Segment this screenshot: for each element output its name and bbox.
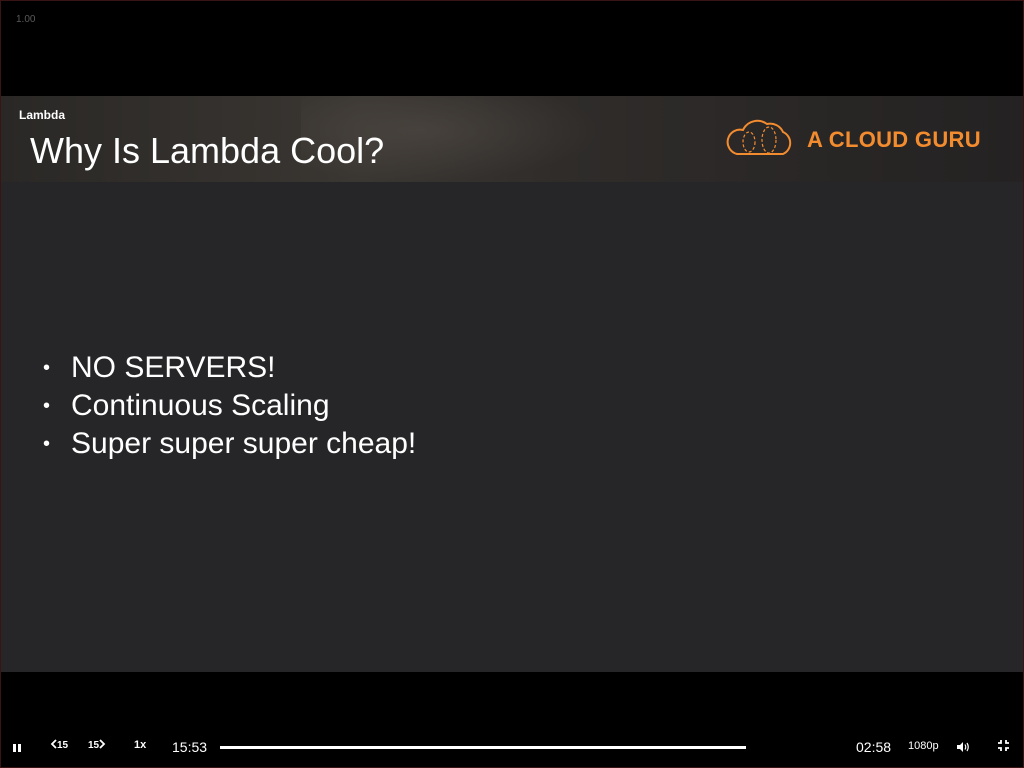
course-label: Lambda xyxy=(19,108,66,122)
chevron-left-icon xyxy=(50,739,57,752)
slide-header: Lambda Why Is Lambda Cool? A CLOUD GURU xyxy=(1,96,1023,182)
playback-speed-button[interactable]: 1x xyxy=(134,739,146,751)
exit-fullscreen-button[interactable] xyxy=(997,739,1010,757)
zoom-level-label: 1.00 xyxy=(16,14,36,25)
cloud-logo-icon xyxy=(723,116,797,165)
player-controls: 15 15 1x 15:53 02:58 1080p xyxy=(0,732,1024,762)
brand-logo: A CLOUD GURU xyxy=(723,118,981,162)
volume-icon xyxy=(956,740,970,758)
rewind-label: 15 xyxy=(57,740,69,751)
progress-bar[interactable] xyxy=(220,746,746,749)
bullet-text: Continuous Scaling xyxy=(71,389,330,422)
brand-name: A CLOUD GURU xyxy=(807,127,981,152)
bullet-dot-icon: • xyxy=(43,433,51,455)
bullet-list: • NO SERVERS! • Continuous Scaling • Super … xyxy=(43,349,416,463)
volume-button[interactable] xyxy=(956,740,970,758)
bullet-text: NO SERVERS! xyxy=(71,351,276,384)
chevron-right-icon xyxy=(99,739,106,752)
progress-fill xyxy=(220,746,746,749)
bullet-text: Super super super cheap! xyxy=(71,427,417,460)
rewind-15-button[interactable]: 15 xyxy=(50,739,68,752)
forward-label: 15 xyxy=(88,740,100,751)
quality-button[interactable]: 1080p xyxy=(908,740,939,752)
video-slide[interactable]: Lambda Why Is Lambda Cool? A CLOUD GURU … xyxy=(1,96,1023,672)
elapsed-time: 15:53 xyxy=(172,739,208,755)
bullet-item: • Super super super cheap! xyxy=(43,425,416,463)
pause-icon xyxy=(12,740,22,758)
bullet-item: • Continuous Scaling xyxy=(43,387,416,425)
pause-button[interactable] xyxy=(12,740,22,758)
bullet-dot-icon: • xyxy=(43,357,51,379)
slide-title: Why Is Lambda Cool? xyxy=(30,130,385,171)
forward-15-button[interactable]: 15 xyxy=(88,739,106,752)
bullet-dot-icon: • xyxy=(43,395,51,417)
exit-fullscreen-icon xyxy=(997,739,1010,757)
remaining-time: 02:58 xyxy=(856,739,892,755)
bullet-item: • NO SERVERS! xyxy=(43,349,416,387)
